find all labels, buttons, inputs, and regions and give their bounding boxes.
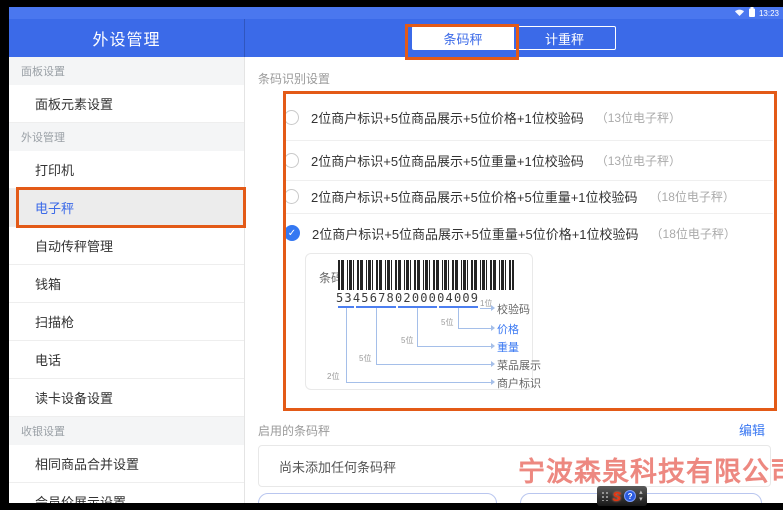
connector-line [458,308,459,328]
field-label-weight: 重量 [497,339,519,355]
bottom-button-left[interactable] [258,493,497,503]
connector-line [346,308,347,382]
main-content: 条码识别设置 2位商户标识+5位商品展示+5位价格+1位校验码 （13位电子秤）… [246,57,783,503]
connector-line [417,308,418,346]
status-bar: 13:23 [9,7,783,19]
header-title-area: 外设管理 [9,19,245,57]
option-row-18bit-price-weight[interactable]: 2位商户标识+5位商品展示+5位价格+5位重量+1位校验码 （18位电子秤） [284,186,735,206]
radio-unchecked-icon[interactable] [284,153,299,168]
connector-line [458,328,491,329]
divider [284,140,773,141]
option-note: （18位电子秤） [650,188,735,205]
radio-unchecked-icon[interactable] [284,189,299,204]
field-label-check-code: 校验码 [497,301,530,317]
arrow-icon [491,305,495,311]
field-label-price: 价格 [497,321,519,337]
connector-line [480,308,491,309]
divider [284,213,773,214]
option-row-13bit-weight[interactable]: 2位商户标识+5位商品展示+5位重量+1位校验码 （13位电子秤） [284,150,681,170]
size-label-display: 5位 [359,353,371,364]
connector-line [376,308,377,364]
drag-handle-icon[interactable] [601,491,609,501]
screen-frame [0,503,783,510]
sidebar-section-panel: 面板设置 [9,57,244,85]
edit-link[interactable]: 编辑 [739,420,765,439]
app-screen: 13:23 外设管理 条码秤 计重秤 面板设置 面板元素设置 外设管理 打印机 … [9,7,783,503]
option-label: 2位商户标识+5位商品展示+5位重量+1位校验码 [311,151,584,170]
option-label: 2位商户标识+5位商品展示+5位重量+5位价格+1位校验码 [312,224,639,243]
header-tabs-area: 条码秤 计重秤 [245,19,783,57]
sidebar-item-merge-same-goods[interactable]: 相同商品合并设置 [9,445,244,483]
sidebar-item-cash-drawer[interactable]: 钱箱 [9,265,244,303]
barcode-image [338,260,514,290]
tab-weighing-scale[interactable]: 计重秤 [514,26,616,50]
option-note: （13位电子秤） [596,152,681,169]
scale-tab-group: 条码秤 计重秤 [412,26,616,50]
radio-unchecked-icon[interactable] [284,110,299,125]
tab-barcode-scale[interactable]: 条码秤 [412,26,514,50]
help-icon[interactable]: ? [624,490,636,502]
screenshot-tool-toolbar[interactable]: S ? ▴▾ [597,486,647,506]
option-note: （13位电子秤） [596,109,681,126]
barcode-digits: 53456780200004009 [336,291,479,305]
arrow-icon [491,343,495,349]
app-header: 外设管理 条码秤 计重秤 [9,19,783,57]
clock-time: 13:23 [759,9,779,18]
caret-updown-icon[interactable]: ▴▾ [639,489,643,503]
sidebar-item-card-reader[interactable]: 读卡设备设置 [9,379,244,417]
sidebar-item-auto-scale-mgmt[interactable]: 自动传秤管理 [9,227,244,265]
option-note: （18位电子秤） [651,225,736,242]
option-row-18bit-weight-price[interactable]: ✓ 2位商户标识+5位商品展示+5位重量+5位价格+1位校验码 （18位电子秤） [284,223,736,243]
barcode-diagram-card: 条码: 53456780200004009 1位 校验码 5位 价格 5位 [305,253,533,390]
divider [284,180,773,181]
sidebar-item-electronic-scale[interactable]: 电子秤 [9,189,244,227]
option-label: 2位商户标识+5位商品展示+5位价格+5位重量+1位校验码 [311,187,638,206]
connector-line [346,382,491,383]
sidebar-item-telephone[interactable]: 电话 [9,341,244,379]
size-label-merchant: 2位 [327,371,339,382]
option-row-13bit-price[interactable]: 2位商户标识+5位商品展示+5位价格+1位校验码 （13位电子秤） [284,107,681,127]
connector-line [376,364,491,365]
arrow-icon [491,379,495,385]
size-label-price: 5位 [441,317,453,328]
sidebar-item-printer[interactable]: 打印机 [9,151,244,189]
snip-app-logo-icon[interactable]: S [612,490,621,503]
sidebar-item-member-price-display[interactable]: 会员价展示设置 [9,483,244,503]
field-label-merchant-id: 商户标识 [497,375,541,391]
arrow-icon [491,325,495,331]
barcode-recognition-settings-title: 条码识别设置 [258,70,330,87]
sidebar-item-scanner-gun[interactable]: 扫描枪 [9,303,244,341]
connector-line [417,346,491,347]
radio-checked-icon[interactable]: ✓ [284,225,300,241]
size-label-weight: 5位 [401,335,413,346]
arrow-icon [491,361,495,367]
sidebar-item-panel-elements[interactable]: 面板元素设置 [9,85,244,123]
sidebar: 面板设置 面板元素设置 外设管理 打印机 电子秤 自动传秤管理 钱箱 扫描枪 电… [9,57,245,503]
page-title: 外设管理 [92,26,160,50]
field-label-goods-display: 菜品展示 [497,357,541,373]
enabled-scales-title: 启用的条码秤 [258,422,330,439]
vendor-watermark: 宁波森泉科技有限公司 [518,450,783,489]
sidebar-section-cashier: 收银设置 [9,417,244,445]
sidebar-section-peripherals: 外设管理 [9,123,244,151]
option-label: 2位商户标识+5位商品展示+5位价格+1位校验码 [311,108,584,127]
